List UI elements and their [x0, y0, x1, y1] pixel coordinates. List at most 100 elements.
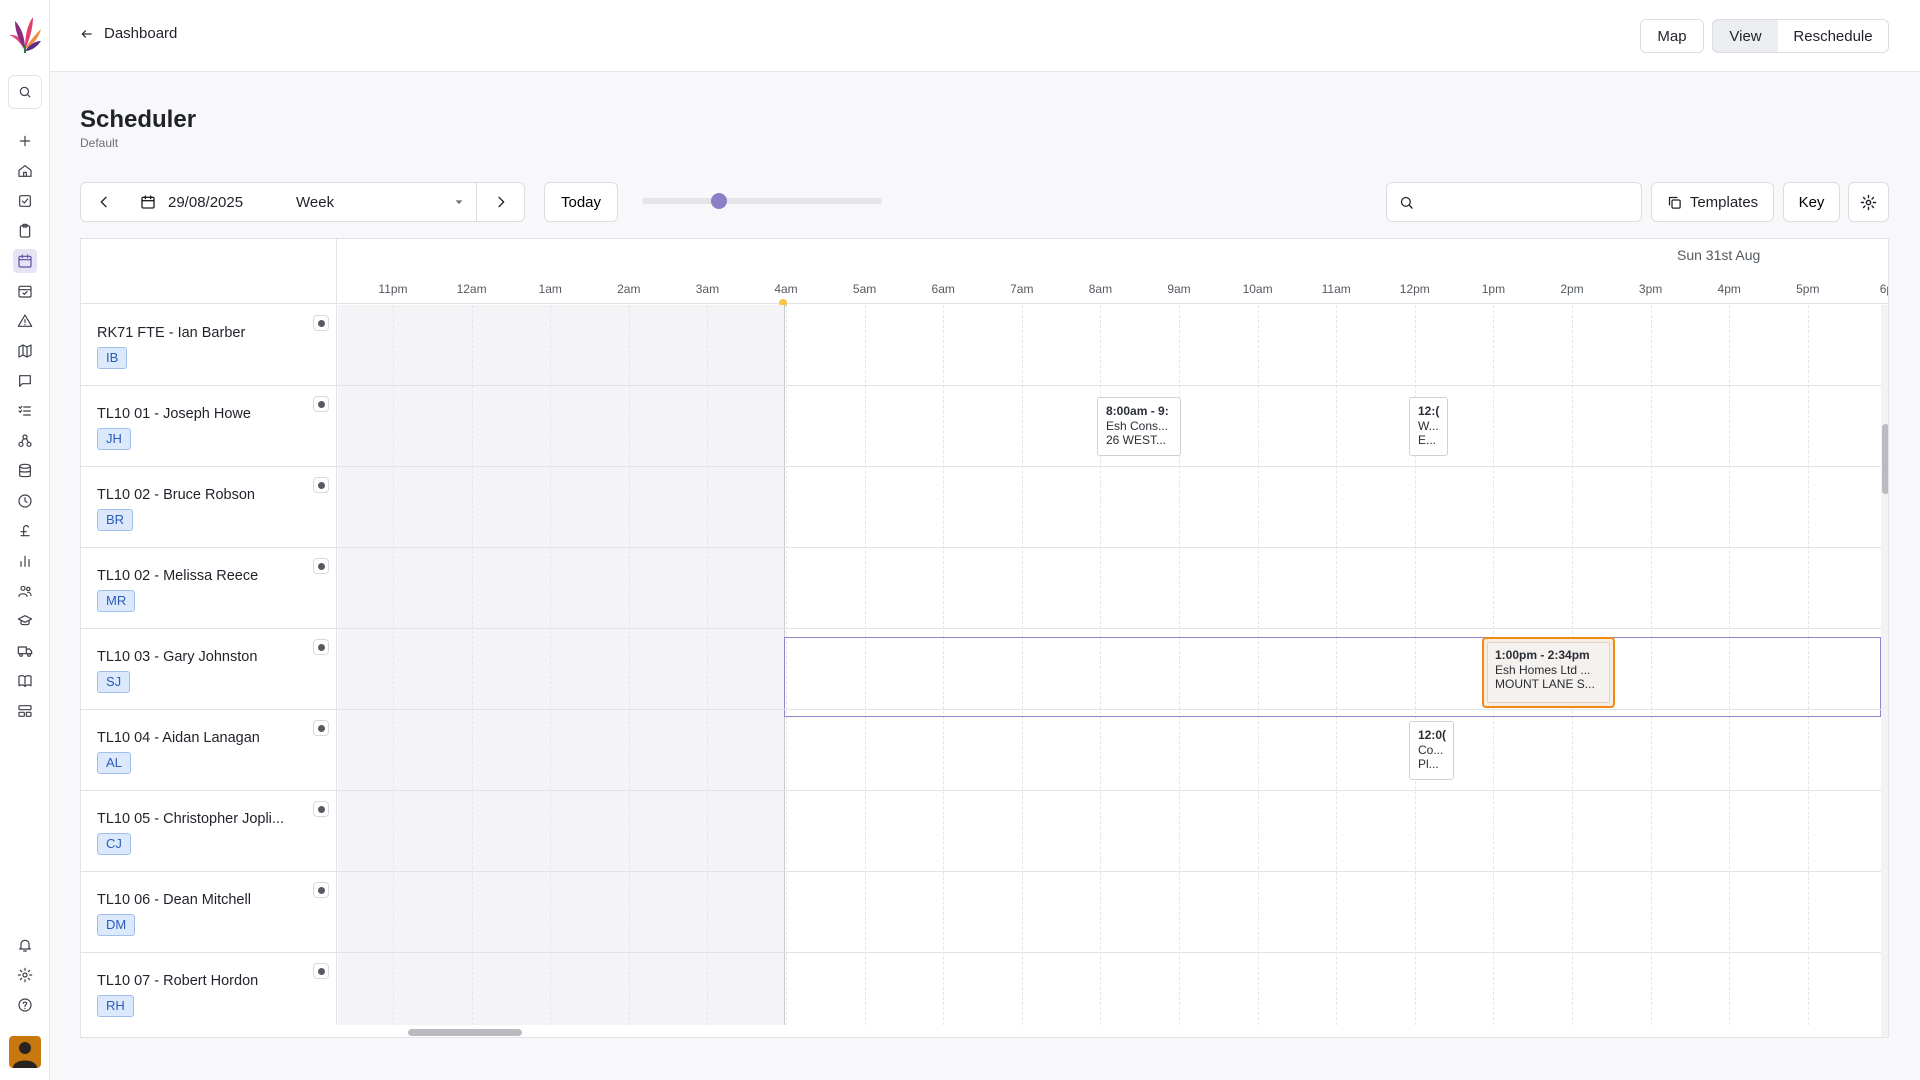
resource-row[interactable]: TL10 04 - Aidan Lanagan AL — [81, 710, 1881, 791]
hour-label: 12am — [456, 282, 487, 296]
scheduler-settings-button[interactable] — [1848, 182, 1889, 222]
users-icon[interactable] — [13, 579, 37, 603]
reschedule-mode-button[interactable]: Reschedule — [1778, 19, 1889, 53]
hour-label: 8am — [1088, 282, 1113, 296]
selected-job-card[interactable]: 1:00pm - 2:34pm Esh Homes Ltd ... MOUNT LA… — [1482, 637, 1615, 708]
resource-status-toggle[interactable] — [313, 396, 329, 412]
resource-row[interactable]: TL10 05 - Christopher Jopli... CJ — [81, 791, 1881, 872]
resource-row[interactable]: TL10 02 - Bruce Robson BR — [81, 467, 1881, 548]
resource-status-toggle[interactable] — [313, 639, 329, 655]
hour-label: 3pm — [1638, 282, 1663, 296]
message-icon[interactable] — [13, 369, 37, 393]
job-card[interactable]: 12:(W... E... — [1409, 397, 1448, 456]
timeline-body: RK71 FTE - Ian Barber IB TL10 01 - Joseph … — [81, 305, 1888, 1034]
hour-label: 10am — [1242, 282, 1273, 296]
resource-status-toggle[interactable] — [313, 720, 329, 736]
resource-row[interactable]: RK71 FTE - Ian Barber IB — [81, 305, 1881, 386]
hour-label: 5pm — [1796, 282, 1820, 296]
global-search-icon[interactable] — [8, 75, 42, 109]
vertical-scrollbar[interactable] — [1881, 305, 1888, 1037]
today-button[interactable]: Today — [544, 182, 618, 222]
job-time: 12:0( — [1418, 728, 1447, 742]
resource-status-toggle[interactable] — [313, 801, 329, 817]
hour-label: 2am — [617, 282, 641, 296]
job-address: MOUNT LANE S... — [1495, 677, 1595, 691]
calendar-check-icon[interactable] — [13, 279, 37, 303]
map-icon[interactable] — [13, 339, 37, 363]
job-address: E... — [1418, 433, 1437, 447]
clipboard-icon[interactable] — [13, 219, 37, 243]
resource-name: TL10 01 - Joseph Howe — [97, 406, 251, 422]
bell-icon[interactable] — [13, 933, 37, 957]
range-select[interactable]: Week — [283, 182, 477, 222]
network-icon[interactable] — [13, 429, 37, 453]
map-button[interactable]: Map — [1640, 19, 1704, 53]
resource-status-toggle[interactable] — [313, 882, 329, 898]
bar-chart-icon[interactable] — [13, 549, 37, 573]
list-check-icon[interactable] — [13, 399, 37, 423]
warning-triangle-icon[interactable] — [13, 309, 37, 333]
database-icon[interactable] — [13, 459, 37, 483]
hour-label: 11am — [1321, 282, 1351, 296]
resource-status-toggle[interactable] — [313, 558, 329, 574]
resource-row[interactable]: TL10 06 - Dean Mitchell DM — [81, 872, 1881, 953]
resource-name: TL10 05 - Christopher Jopli... — [97, 811, 284, 827]
home-icon[interactable] — [13, 159, 37, 183]
help-icon[interactable] — [13, 993, 37, 1017]
job-card[interactable]: 12:0(Co... Pl... — [1409, 721, 1454, 780]
top-bar: Dashboard Map View Reschedule — [50, 0, 1920, 72]
scheduler-calendar-icon[interactable] — [13, 249, 37, 273]
settings-gear-icon[interactable] — [13, 963, 37, 987]
resource-row[interactable]: TL10 01 - Joseph Howe JH — [81, 386, 1881, 467]
resource-initials-badge: DM — [97, 914, 136, 936]
pound-icon[interactable] — [13, 519, 37, 543]
job-card-body: 1:00pm - 2:34pm Esh Homes Ltd ... MOUNT LA… — [1487, 642, 1610, 703]
range-value: Week — [296, 193, 335, 211]
resource-initials-badge: SJ — [97, 671, 131, 693]
brand-logo-icon[interactable] — [7, 15, 43, 55]
graduation-cap-icon[interactable] — [13, 609, 37, 633]
templates-button[interactable]: Templates — [1651, 182, 1774, 222]
chevron-right-icon — [497, 196, 504, 208]
hour-label: 4pm — [1717, 282, 1741, 296]
clock-icon[interactable] — [13, 489, 37, 513]
plus-icon[interactable] — [13, 129, 37, 153]
vertical-scroll-thumb[interactable] — [1882, 424, 1888, 494]
hour-label: 7am — [1010, 282, 1034, 296]
resource-status-toggle[interactable] — [313, 963, 329, 979]
view-mode-button[interactable]: View — [1712, 19, 1779, 53]
hour-label: 12pm — [1399, 282, 1430, 296]
horizontal-scroll-thumb[interactable] — [408, 1029, 522, 1036]
page-subtitle: Default — [80, 136, 119, 150]
search-icon — [1400, 196, 1413, 209]
zoom-slider-handle[interactable] — [711, 193, 727, 209]
resource-status-toggle[interactable] — [313, 477, 329, 493]
chevron-left-icon — [100, 196, 107, 208]
previous-period-button[interactable] — [80, 182, 127, 222]
resource-status-toggle[interactable] — [313, 315, 329, 331]
resource-name: TL10 06 - Dean Mitchell — [97, 892, 251, 908]
task-check-icon[interactable] — [13, 189, 37, 213]
job-company: Esh Homes Ltd ... — [1495, 662, 1591, 677]
truck-icon[interactable] — [13, 639, 37, 663]
next-period-button[interactable] — [476, 182, 525, 222]
horizontal-scrollbar[interactable] — [81, 1025, 1881, 1037]
resource-name: TL10 07 - Robert Hordon — [97, 973, 259, 989]
layout-icon[interactable] — [13, 699, 37, 723]
resource-name: TL10 02 - Bruce Robson — [97, 487, 255, 503]
job-address: Pl... — [1418, 757, 1439, 771]
back-to-dashboard-link[interactable]: Dashboard — [80, 25, 177, 42]
hour-label: 1am — [538, 282, 562, 296]
resource-initials-badge: MR — [97, 590, 136, 612]
book-icon[interactable] — [13, 669, 37, 693]
resource-initials-badge: AL — [97, 752, 131, 774]
caret-down-icon — [455, 200, 463, 205]
resource-row[interactable]: TL10 02 - Melissa Reece MR — [81, 548, 1881, 629]
user-avatar[interactable] — [9, 1036, 41, 1068]
resource-row[interactable]: TL10 07 - Robert Hordon RH — [81, 953, 1881, 1034]
date-picker[interactable]: 29/08/2025 — [126, 182, 284, 222]
key-button[interactable]: Key — [1783, 182, 1840, 222]
scheduler-search-input[interactable] — [1386, 182, 1642, 222]
job-card[interactable]: 8:00am - 9: Esh Cons... 26 WEST... — [1097, 397, 1181, 456]
zoom-slider[interactable] — [642, 193, 882, 209]
